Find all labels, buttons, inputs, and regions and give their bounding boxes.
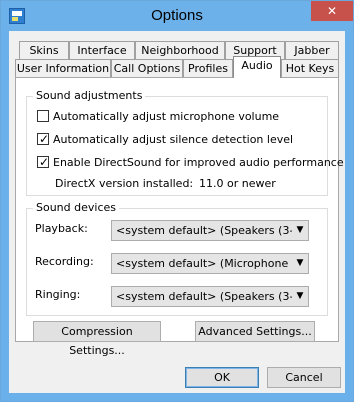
- tab-neighborhood[interactable]: Neighborhood: [135, 41, 225, 59]
- chevron-down-icon[interactable]: ▼: [292, 287, 308, 306]
- ringing-selected-value: <system default> (Speakers (3- High: [116, 290, 309, 303]
- directx-version-value: 11.0 or newer: [199, 177, 276, 190]
- playback-selected-value: <system default> (Speakers (3- High: [116, 224, 309, 237]
- sound-devices-group: Sound devices Playback: <system default>…: [26, 201, 328, 316]
- playback-label: Playback:: [35, 222, 88, 235]
- sound-devices-title: Sound devices: [33, 201, 119, 214]
- recording-label: Recording:: [35, 255, 94, 268]
- window-title: Options: [151, 7, 203, 24]
- tab-call-options[interactable]: Call Options: [111, 59, 183, 77]
- auto-silence-option[interactable]: ✓ Automatically adjust silence detection …: [37, 132, 293, 148]
- sound-adjustments-group: Sound adjustments Automatically adjust m…: [26, 89, 344, 196]
- sound-adjustments-title: Sound adjustments: [33, 89, 146, 102]
- ok-button[interactable]: OK: [185, 367, 259, 388]
- tab-profiles[interactable]: Profiles: [183, 59, 233, 77]
- title-bar[interactable]: Options ✕: [1, 1, 353, 31]
- options-window: Options ✕ Skins Interface Neighborhood S…: [0, 0, 354, 402]
- tab-hot-keys[interactable]: Hot Keys: [281, 59, 339, 77]
- auto-mic-volume-option[interactable]: Automatically adjust microphone volume: [37, 109, 279, 125]
- auto-silence-label: Automatically adjust silence detection l…: [53, 133, 294, 146]
- advanced-settings-button[interactable]: Advanced Settings...: [195, 321, 315, 342]
- auto-silence-checkbox[interactable]: ✓: [37, 132, 50, 146]
- directx-version-label: DirectX version installed:: [55, 177, 194, 190]
- close-icon: ✕: [326, 4, 338, 18]
- tab-audio[interactable]: Audio: [233, 56, 281, 78]
- checkmark-icon: ✓: [38, 155, 50, 169]
- tab-jabber[interactable]: Jabber: [285, 41, 339, 59]
- tab-interface[interactable]: Interface: [69, 41, 135, 59]
- close-button[interactable]: ✕: [311, 1, 353, 21]
- directsound-label: Enable DirectSound for improved audio pe…: [53, 156, 344, 169]
- tab-skins[interactable]: Skins: [19, 41, 69, 59]
- directsound-option[interactable]: ✓ Enable DirectSound for improved audio p…: [37, 155, 344, 171]
- audio-tab-panel: Sound adjustments Automatically adjust m…: [15, 77, 344, 342]
- ringing-label: Ringing:: [35, 288, 81, 301]
- auto-mic-volume-checkbox[interactable]: [37, 110, 49, 122]
- playback-select[interactable]: <system default> (Speakers (3- High ▼: [111, 220, 309, 241]
- cancel-button[interactable]: Cancel: [267, 367, 341, 388]
- recording-select[interactable]: <system default> (Microphone (3- Hig ▼: [111, 253, 309, 274]
- compression-settings-button[interactable]: Compression Settings...: [33, 321, 161, 357]
- checkmark-icon: ✓: [38, 132, 50, 146]
- dialog-client: Skins Interface Neighborhood Support Jab…: [9, 31, 345, 393]
- ringing-select[interactable]: <system default> (Speakers (3- High ▼: [111, 286, 309, 307]
- directsound-checkbox[interactable]: ✓: [37, 155, 50, 169]
- auto-mic-volume-label: Automatically adjust microphone volume: [53, 110, 280, 123]
- tab-user-information[interactable]: User Information: [15, 59, 111, 77]
- chevron-down-icon[interactable]: ▼: [292, 254, 308, 273]
- chevron-down-icon[interactable]: ▼: [292, 221, 308, 240]
- recording-selected-value: <system default> (Microphone (3- Hig: [116, 257, 309, 270]
